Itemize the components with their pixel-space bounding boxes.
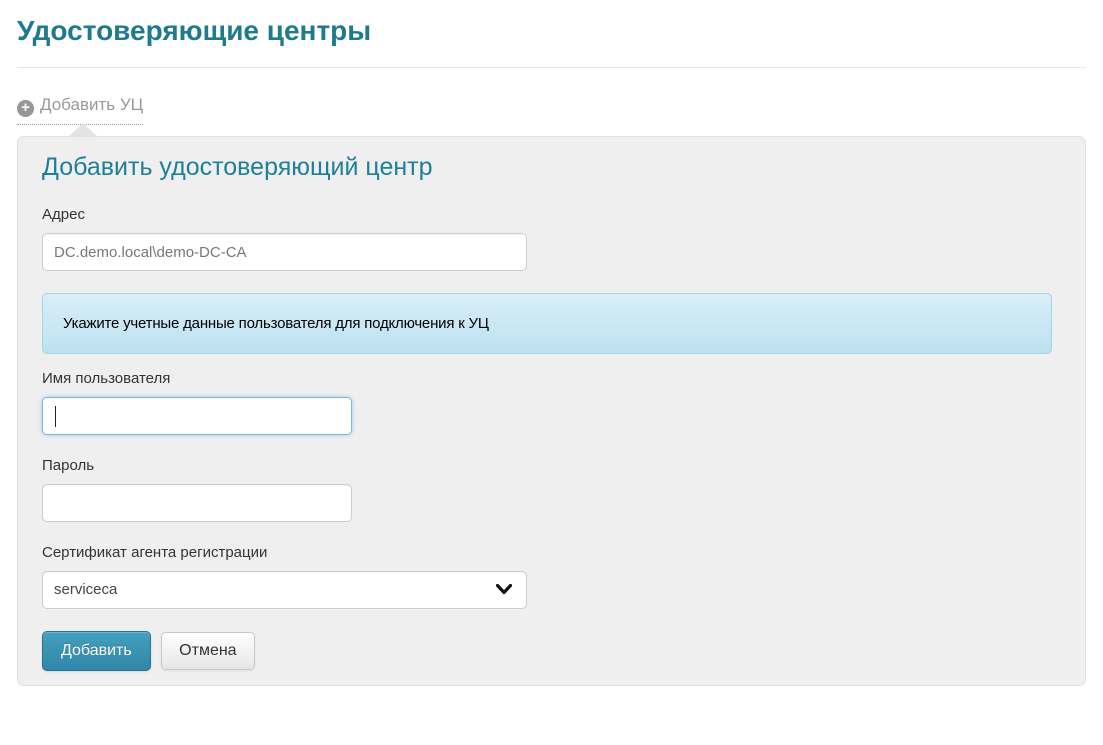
certificate-select[interactable]: serviceca: [42, 571, 527, 609]
cancel-button[interactable]: Отмена: [161, 632, 254, 670]
header-divider: [17, 67, 1086, 68]
panel-title: Добавить удостоверяющий центр: [42, 153, 1061, 182]
button-row: Добавить Отмена: [42, 631, 1061, 673]
address-input[interactable]: [42, 233, 527, 271]
password-field-group: Пароль: [42, 457, 1061, 522]
chevron-down-icon: [496, 584, 512, 596]
address-field-group: Адрес: [42, 206, 1061, 271]
add-ca-panel: Добавить удостоверяющий центр Адрес Укаж…: [17, 136, 1086, 686]
username-label: Имя пользователя: [42, 370, 1061, 387]
add-button[interactable]: Добавить: [42, 631, 151, 671]
add-ca-link-label: Добавить УЦ: [40, 95, 143, 114]
certificate-field-group: Сертификат агента регистрации serviceca: [42, 544, 1061, 609]
page-title: Удостоверяющие центры: [17, 15, 1086, 47]
plus-circle-icon: +: [17, 100, 34, 117]
add-ca-link[interactable]: + Добавить УЦ: [17, 95, 143, 125]
username-input-wrap: [42, 397, 352, 435]
certificate-selected-value: serviceca: [54, 581, 117, 598]
certificate-label: Сертификат агента регистрации: [42, 544, 1061, 561]
address-label: Адрес: [42, 206, 1061, 223]
toolbar: + Добавить УЦ: [17, 95, 1086, 120]
page: Удостоверяющие центры + Добавить УЦ Добав…: [0, 15, 1103, 686]
username-field-group: Имя пользователя: [42, 370, 1061, 435]
username-input[interactable]: [42, 397, 352, 435]
info-banner: Укажите учетные данные пользователя для …: [42, 293, 1052, 354]
password-label: Пароль: [42, 457, 1061, 474]
password-input[interactable]: [42, 484, 352, 522]
